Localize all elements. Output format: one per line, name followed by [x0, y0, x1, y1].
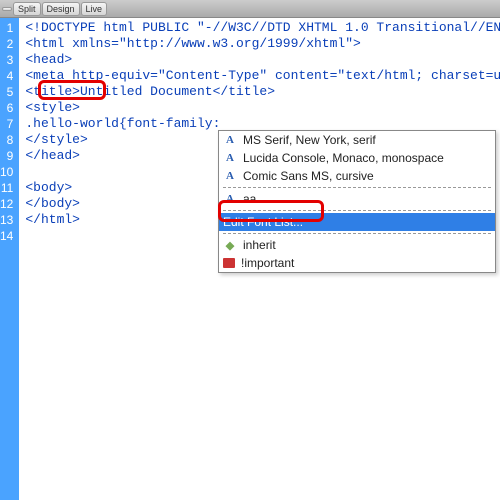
important-label: !important — [241, 256, 294, 270]
line-number: 1 — [0, 20, 13, 36]
separator — [223, 187, 491, 188]
line-number: 13 — [0, 212, 13, 228]
code-line: <meta http-equiv="Content-Type" content=… — [25, 68, 500, 84]
line-number: 3 — [0, 52, 13, 68]
font-option[interactable]: A Comic Sans MS, cursive — [219, 167, 495, 185]
important-icon — [223, 258, 235, 268]
font-icon: A — [223, 192, 237, 206]
line-number: 10 — [0, 164, 13, 180]
line-gutter: 1234567891011121314 — [0, 18, 19, 500]
line-number: 9 — [0, 148, 13, 164]
inherit-option[interactable]: ◆ inherit — [219, 236, 495, 254]
separator — [223, 210, 491, 211]
font-option[interactable]: A Lucida Console, Monaco, monospace — [219, 149, 495, 167]
edit-font-list[interactable]: Edit Font List... — [219, 213, 495, 231]
edit-font-list-label: Edit Font List... — [223, 215, 303, 229]
aa-label: aa — [243, 192, 256, 206]
toolbar-btn-design[interactable]: Design — [42, 2, 80, 16]
code-line: <head> — [25, 52, 500, 68]
font-icon: A — [223, 133, 237, 147]
line-number: 8 — [0, 132, 13, 148]
code-line: <style> — [25, 100, 500, 116]
line-number: 6 — [0, 100, 13, 116]
line-number: 12 — [0, 196, 13, 212]
line-number: 14 — [0, 228, 13, 244]
toolbar: Split Design Live — [0, 0, 500, 18]
toolbar-btn-split[interactable]: Split — [13, 2, 41, 16]
font-label: Lucida Console, Monaco, monospace — [243, 151, 444, 165]
code-line: <html xmlns="http://www.w3.org/1999/xhtm… — [25, 36, 500, 52]
font-label: Comic Sans MS, cursive — [243, 169, 374, 183]
line-number: 11 — [0, 180, 13, 196]
line-number: 7 — [0, 116, 13, 132]
toolbar-btn-live[interactable]: Live — [81, 2, 108, 16]
font-icon: A — [223, 169, 237, 183]
font-label: MS Serif, New York, serif — [243, 133, 376, 147]
font-option[interactable]: A MS Serif, New York, serif — [219, 131, 495, 149]
font-icon: A — [223, 151, 237, 165]
toolbar-btn-0[interactable] — [2, 7, 12, 11]
code-line: <!DOCTYPE html PUBLIC "-//W3C//DTD XHTML… — [25, 20, 500, 36]
inherit-icon: ◆ — [223, 238, 237, 252]
aa-option[interactable]: Aaa — [219, 190, 495, 208]
line-number: 2 — [0, 36, 13, 52]
code-line: <title>Untitled Document</title> — [25, 84, 500, 100]
line-number: 4 — [0, 68, 13, 84]
important-option[interactable]: !important — [219, 254, 495, 272]
separator — [223, 233, 491, 234]
line-number: 5 — [0, 84, 13, 100]
autocomplete-popup: A MS Serif, New York, serif A Lucida Conso… — [218, 130, 496, 273]
inherit-label: inherit — [243, 238, 276, 252]
